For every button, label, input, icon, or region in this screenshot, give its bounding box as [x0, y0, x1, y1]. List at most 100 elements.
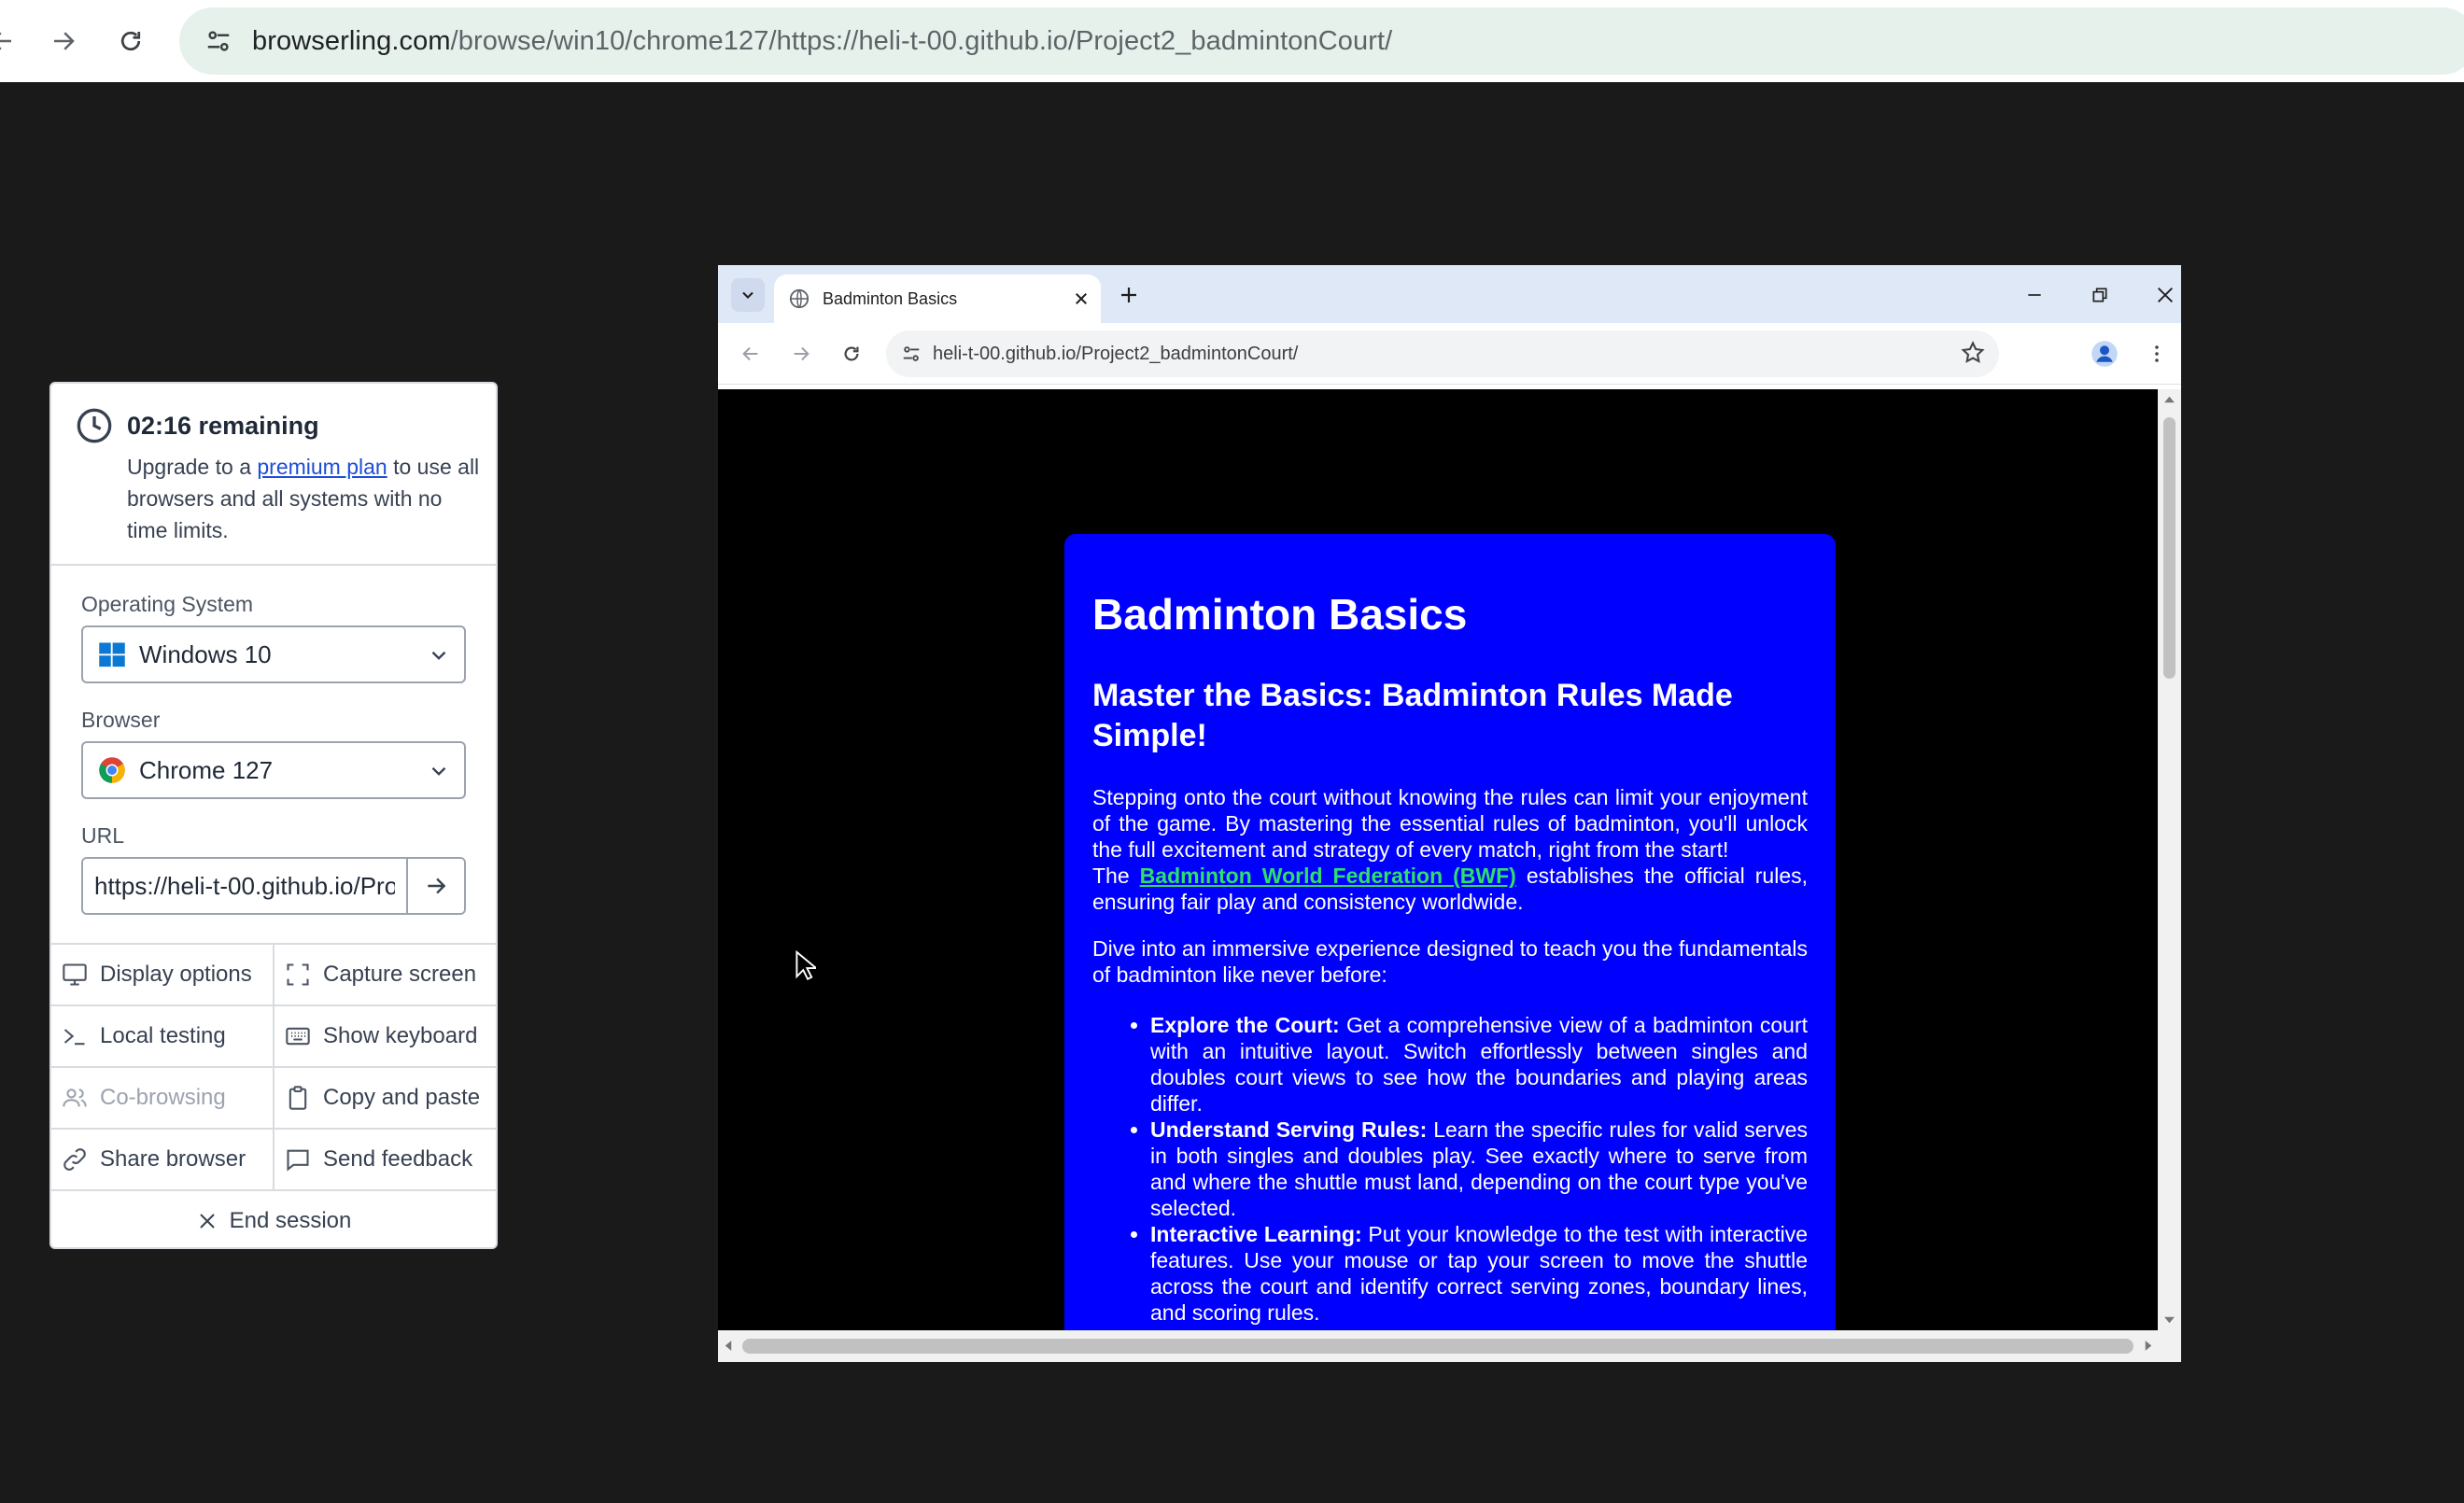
reload-button[interactable]	[105, 15, 157, 67]
restore-icon	[2092, 288, 2107, 302]
display-options-button[interactable]: Display options	[51, 945, 275, 1004]
vertical-scrollbar[interactable]	[2158, 389, 2181, 1330]
remote-browser-window: Badminton Basics heli-t-00.github.io/Pro…	[718, 265, 2181, 1362]
back-arrow-icon	[742, 346, 758, 361]
outer-browser-toolbar: browserling.com/browse/win10/chrome127/h…	[0, 0, 2464, 82]
minimize-button[interactable]	[2016, 276, 2053, 314]
new-tab-button[interactable]	[1114, 280, 1144, 310]
scroll-down-icon[interactable]	[2163, 1315, 2175, 1325]
plus-icon	[1121, 288, 1136, 302]
remote-forward-button[interactable]	[783, 336, 819, 372]
capture-screen-button[interactable]: Capture screen	[275, 945, 496, 1004]
clipboard-icon	[284, 1084, 312, 1112]
remote-address-bar[interactable]: heli-t-00.github.io/Project2_badmintonCo…	[886, 330, 1999, 377]
scroll-up-icon[interactable]	[2163, 395, 2175, 404]
forward-arrow-icon	[54, 32, 75, 50]
end-session-button[interactable]: End session	[51, 1189, 496, 1247]
terminal-icon	[61, 1022, 89, 1050]
send-feedback-button[interactable]: Send feedback	[275, 1130, 496, 1189]
chevron-down-icon	[427, 759, 451, 783]
show-keyboard-button[interactable]: Show keyboard	[275, 1006, 496, 1066]
profile-button[interactable]	[2087, 336, 2122, 372]
copy-paste-button[interactable]: Copy and paste	[275, 1068, 496, 1128]
remote-toolbar: heli-t-00.github.io/Project2_badmintonCo…	[718, 323, 2181, 385]
address-bar[interactable]: browserling.com/browse/win10/chrome127/h…	[179, 7, 2464, 75]
tab-badminton-basics[interactable]: Badminton Basics	[774, 274, 1101, 323]
tab-search-button[interactable]	[731, 278, 765, 312]
bwf-link[interactable]: Badminton World Federation (BWF)	[1140, 864, 1516, 888]
browser-label: Browser	[81, 708, 161, 732]
reload-icon	[844, 346, 859, 361]
scroll-left-icon[interactable]	[724, 1340, 733, 1352]
list-item: Explore the Court: Get a comprehensive v…	[1150, 1012, 1808, 1117]
os-value: Windows 10	[139, 639, 272, 668]
tab-close-icon[interactable]	[1067, 285, 1095, 313]
remote-back-button[interactable]	[733, 336, 768, 372]
back-button[interactable]	[0, 15, 28, 67]
scroll-right-icon[interactable]	[2144, 1340, 2153, 1352]
url-input[interactable]	[83, 859, 406, 913]
capture-screen-label: Capture screen	[323, 962, 477, 987]
page-subtitle: Master the Basics: Badminton Rules Made …	[1092, 678, 1733, 753]
page-viewport: Badminton Basics Master the Basics: Badm…	[718, 389, 2158, 1330]
forward-button[interactable]	[37, 15, 90, 67]
back-arrow-icon	[0, 32, 11, 50]
globe-icon	[789, 288, 810, 309]
restore-button[interactable]	[2081, 276, 2119, 314]
session-panel: 02:16 remaining Upgrade to a premium pla…	[49, 382, 498, 1249]
site-settings-icon[interactable]	[185, 7, 252, 75]
share-browser-label: Share browser	[100, 1146, 246, 1172]
remote-reload-button[interactable]	[834, 336, 869, 372]
local-testing-label: Local testing	[100, 1023, 226, 1048]
minimize-icon	[2028, 294, 2041, 296]
tab-title: Badminton Basics	[823, 288, 958, 308]
bwf-paragraph: The Badminton World Federation (BWF) est…	[1092, 863, 1808, 915]
vertical-scroll-thumb[interactable]	[2163, 417, 2175, 679]
list-item-title: Interactive Learning:	[1150, 1222, 1362, 1246]
monitor-icon	[61, 961, 89, 989]
show-keyboard-label: Show keyboard	[323, 1023, 478, 1048]
horizontal-scroll-thumb[interactable]	[742, 1339, 2133, 1354]
forward-arrow-icon	[794, 346, 810, 361]
premium-plan-link[interactable]: premium plan	[257, 455, 387, 479]
clock-icon	[76, 407, 113, 444]
share-browser-button[interactable]: Share browser	[51, 1130, 275, 1189]
list-item-title: Understand Serving Rules:	[1150, 1117, 1428, 1142]
more-vertical-icon	[2155, 345, 2159, 362]
feature-list: Explore the Court: Get a comprehensive v…	[1092, 1012, 1808, 1326]
reload-icon	[120, 31, 141, 51]
local-testing-button[interactable]: Local testing	[51, 1006, 275, 1066]
users-icon	[61, 1084, 89, 1112]
message-icon	[284, 1145, 312, 1173]
close-icon	[2158, 288, 2173, 302]
bookmark-star-icon[interactable]	[1960, 340, 1986, 366]
action-grid: Display options Capture screen Local tes…	[51, 943, 496, 1247]
bwf-prefix: The	[1092, 864, 1140, 888]
list-item: Understand Serving Rules: Learn the spec…	[1150, 1117, 1808, 1221]
chevron-down-icon	[427, 643, 451, 667]
list-item-title: Explore the Court:	[1150, 1013, 1340, 1037]
os-label: Operating System	[81, 592, 254, 616]
url-path: /browse/win10/chrome127/https://heli-t-0…	[450, 25, 1393, 56]
horizontal-scrollbar[interactable]	[718, 1330, 2181, 1362]
browser-select[interactable]: Chrome 127	[81, 741, 466, 799]
co-browsing-button[interactable]: Co-browsing	[51, 1068, 275, 1128]
display-options-label: Display options	[100, 962, 252, 987]
remote-url[interactable]: heli-t-00.github.io/Project2_badmintonCo…	[933, 344, 1298, 365]
co-browsing-label: Co-browsing	[100, 1085, 226, 1110]
os-select[interactable]: Windows 10	[81, 625, 466, 683]
mouse-cursor-icon	[796, 950, 816, 982]
copy-paste-label: Copy and paste	[323, 1085, 481, 1110]
window-close-button[interactable]	[2147, 276, 2181, 314]
address-url[interactable]: browserling.com/browse/win10/chrome127/h…	[252, 26, 1392, 57]
browser-value: Chrome 127	[139, 755, 274, 784]
capture-icon	[284, 961, 312, 989]
link-icon	[61, 1145, 89, 1173]
intro-paragraph: Stepping onto the court without knowing …	[1092, 785, 1808, 862]
profile-avatar-icon	[2091, 341, 2118, 367]
site-settings-icon[interactable]	[890, 344, 933, 364]
go-button[interactable]	[406, 859, 464, 913]
send-feedback-label: Send feedback	[323, 1146, 473, 1172]
menu-button[interactable]	[2139, 336, 2175, 372]
timer-section: 02:16 remaining Upgrade to a premium pla…	[51, 384, 496, 566]
